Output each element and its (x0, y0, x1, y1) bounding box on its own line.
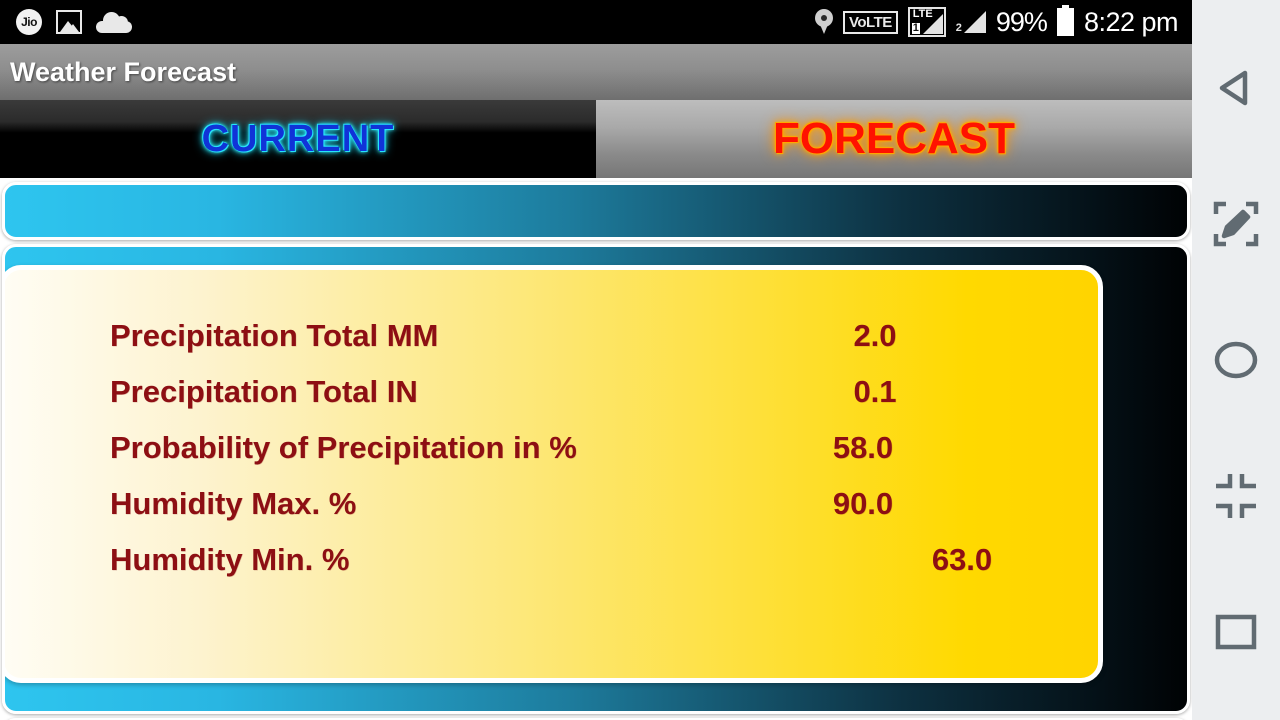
row-label: Humidity Max. % (110, 486, 357, 521)
collapse-corners-icon (1216, 474, 1256, 518)
location-pin-icon (814, 9, 833, 35)
back-triangle-icon (1219, 70, 1248, 106)
crop-pencil-icon (1213, 201, 1259, 247)
status-clock: 8:22 pm (1083, 6, 1179, 37)
table-row: Humidity Min. % 63.0 (5, 542, 1098, 598)
image-icon (56, 10, 82, 34)
row-value: 2.0 (853, 318, 897, 353)
forecast-header-card[interactable] (2, 182, 1190, 240)
row-label: Humidity Min. % (110, 542, 350, 577)
row-value: 58.0 (832, 430, 894, 465)
tab-current-label: CURRENT (201, 117, 395, 160)
volte-badge: VoLTE (842, 10, 898, 34)
tab-forecast[interactable]: FORECAST (596, 100, 1192, 178)
screenshot-button[interactable] (1192, 180, 1280, 268)
row-label: Precipitation Total MM (110, 318, 439, 353)
battery-icon (1056, 5, 1074, 36)
row-value: 0.1 (853, 374, 897, 409)
status-bar-right: VoLTE LTE 1 2 99% 8:22 pm (814, 5, 1192, 38)
status-bar: Jio VoLTE LTE 1 2 99% 8:22 pm (0, 0, 1192, 44)
row-label: Precipitation Total IN (110, 374, 418, 409)
row-value: 63.0 (931, 542, 993, 577)
status-bar-left: Jio (0, 9, 132, 35)
table-row: Precipitation Total MM 2.0 (5, 318, 1098, 374)
tab-forecast-label: FORECAST (773, 114, 1015, 163)
circle-icon (1214, 341, 1258, 379)
cloud-icon (96, 11, 132, 33)
table-row: Humidity Max. % 90.0 (5, 486, 1098, 542)
screen-root: Jio VoLTE LTE 1 2 99% 8:22 pm Weather Fo… (0, 0, 1280, 720)
sim1-signal-icon: LTE 1 (907, 7, 946, 37)
table-row: Precipitation Total IN 0.1 (5, 374, 1098, 430)
system-nav-bar (1192, 0, 1280, 720)
row-value: 90.0 (832, 486, 894, 521)
app-title-bar: Weather Forecast (0, 44, 1192, 100)
home-button[interactable] (1192, 316, 1280, 404)
recents-button[interactable] (1192, 588, 1280, 676)
battery-percent: 99% (995, 6, 1048, 37)
phone-viewport: Jio VoLTE LTE 1 2 99% 8:22 pm Weather Fo… (0, 0, 1192, 720)
back-button[interactable] (1192, 44, 1280, 132)
sim1-label: 1 (911, 22, 920, 34)
jio-logo-icon: Jio (16, 9, 42, 35)
shrink-button[interactable] (1192, 452, 1280, 540)
square-icon (1215, 614, 1257, 650)
forecast-detail-card[interactable]: Precipitation Total MM 2.0 Precipitation… (2, 244, 1190, 714)
row-label: Probability of Precipitation in % (110, 430, 577, 465)
page-title: Weather Forecast (10, 56, 237, 87)
tab-current[interactable]: CURRENT (0, 100, 596, 178)
tab-bar: CURRENT FORECAST (0, 100, 1192, 178)
forecast-list[interactable]: Precipitation Total MM 2.0 Precipitation… (0, 178, 1192, 720)
forecast-detail-panel: Precipitation Total MM 2.0 Precipitation… (5, 265, 1103, 683)
sim2-label: 2 (955, 22, 962, 34)
table-row: Probability of Precipitation in % 58.0 (5, 430, 1098, 486)
sim2-signal-icon: 2 (955, 11, 986, 34)
